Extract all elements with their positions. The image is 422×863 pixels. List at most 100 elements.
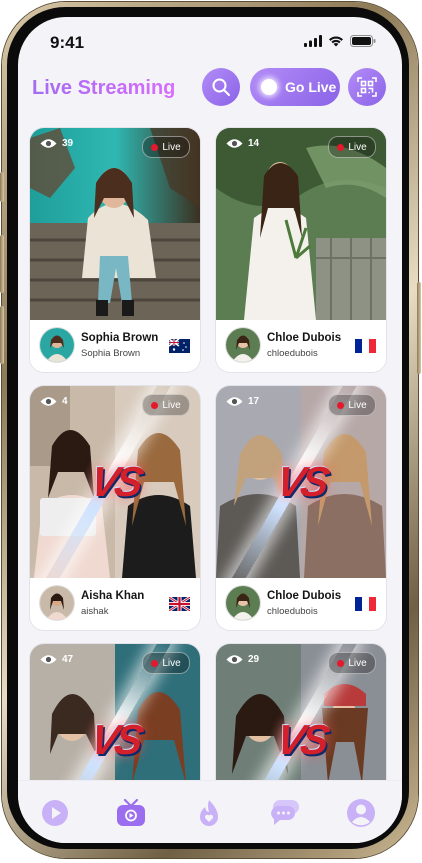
stream-thumbnail: VS 4 Live (30, 386, 200, 578)
versus-text: VS (272, 458, 330, 505)
eye-icon (226, 655, 243, 664)
live-badge: Live (328, 394, 376, 416)
united-kingdom-flag-icon (169, 597, 190, 611)
streamer-info: Chloe Dubois chloedubois (216, 320, 386, 372)
streamer-info: Sophia Brown Sophia Brown (30, 320, 200, 372)
stream-thumbnail: 14 Live (216, 128, 386, 320)
battery-icon (350, 35, 376, 47)
stream-card[interactable]: VS 29 Live (216, 644, 386, 780)
nav-item-videos[interactable] (39, 797, 71, 829)
viewer-count-value: 39 (62, 138, 74, 149)
bottom-nav (18, 780, 402, 843)
status-time: 9:41 (50, 33, 85, 52)
eye-icon (40, 397, 57, 406)
versus-badge: VS (273, 458, 329, 506)
streamer-name: Aisha Khan (81, 590, 145, 602)
stream-card[interactable]: VS 4 Live Aisha Khan aishak (30, 386, 200, 630)
live-stream-grid[interactable]: 39 Live Sophia Brown Sophia Brown 14 Liv… (18, 120, 402, 780)
eye-icon (226, 397, 243, 406)
versus-text: VS (86, 716, 144, 763)
live-dot-icon (337, 659, 345, 667)
eye-icon (226, 139, 243, 148)
stream-thumbnail: VS 29 Live (216, 644, 386, 780)
avatar[interactable] (226, 328, 260, 362)
viewer-count: 4 (40, 396, 68, 407)
search-icon (212, 78, 230, 96)
viewer-count-value: 4 (62, 396, 68, 407)
viewer-count: 29 (226, 654, 259, 665)
status-icons (304, 35, 376, 47)
streamer-username: chloedubois (267, 348, 318, 359)
streamer-name: Sophia Brown (81, 332, 159, 344)
live-badge: Live (142, 136, 190, 158)
viewer-count-value: 14 (248, 138, 260, 149)
versus-text: VS (272, 716, 330, 763)
app-screen: 9:41 Live Streaming Go Live 39 Live Soph… (18, 17, 402, 843)
stream-card[interactable]: VS 47 Live (30, 644, 200, 780)
volume-up-button (0, 235, 4, 293)
stream-thumbnail: VS 47 Live (30, 644, 200, 780)
play-icon (42, 800, 68, 826)
live-dot-icon (337, 143, 345, 151)
live-badge-label: Live (348, 141, 367, 153)
viewer-count: 14 (226, 138, 259, 149)
viewer-count: 39 (40, 138, 73, 149)
streamer-info: Aisha Khan aishak (30, 578, 200, 630)
stream-thumbnail: 39 Live (30, 128, 200, 320)
page-title: Live Streaming (32, 77, 176, 99)
stream-thumbnail: VS 17 Live (216, 386, 386, 578)
versus-badge: VS (273, 716, 329, 764)
versus-badge: VS (87, 716, 143, 764)
live-dot-icon (151, 401, 159, 409)
france-flag-icon (355, 339, 376, 353)
streamer-username: aishak (81, 606, 109, 617)
live-badge-label: Live (162, 399, 181, 411)
streamer-info: Chloe Dubois chloedubois (216, 578, 386, 630)
viewer-count-value: 47 (62, 654, 74, 665)
qr-scan-button[interactable] (348, 68, 386, 106)
live-dot-icon (151, 659, 159, 667)
live-badge-label: Live (348, 657, 367, 669)
nav-item-live[interactable] (115, 797, 147, 829)
live-badge: Live (328, 136, 376, 158)
mute-switch (0, 172, 4, 202)
go-live-button[interactable]: Go Live (250, 68, 340, 106)
live-glow-icon (261, 79, 277, 95)
avatar[interactable] (226, 586, 260, 620)
live-badge-label: Live (348, 399, 367, 411)
versus-text: VS (86, 458, 144, 505)
live-dot-icon (151, 143, 159, 151)
viewer-count: 17 (226, 396, 259, 407)
live-badge: Live (142, 394, 190, 416)
avatar[interactable] (40, 586, 74, 620)
stream-card[interactable]: 39 Live Sophia Brown Sophia Brown (30, 128, 200, 372)
versus-badge: VS (87, 458, 143, 506)
avatar[interactable] (40, 328, 74, 362)
search-button[interactable] (202, 68, 240, 106)
nav-item-messages[interactable] (268, 797, 300, 829)
streamer-name: Chloe Dubois (267, 590, 342, 602)
go-live-label: Go Live (285, 79, 337, 95)
eye-icon (40, 655, 57, 664)
australia-flag-icon (169, 339, 190, 353)
live-badge: Live (328, 652, 376, 674)
live-badge-label: Live (162, 657, 181, 669)
nav-item-profile[interactable] (345, 797, 377, 829)
stream-card[interactable]: 14 Live Chloe Dubois chloedubois (216, 128, 386, 372)
stream-card[interactable]: VS 17 Live Chloe Dubois chloedubois (216, 386, 386, 630)
power-button (417, 282, 421, 374)
volume-down-button (0, 306, 4, 364)
qr-code-icon (357, 77, 377, 97)
viewer-count: 47 (40, 654, 73, 665)
status-bar: 9:41 (18, 17, 402, 67)
live-badge: Live (142, 652, 190, 674)
cellular-signal-icon (304, 35, 322, 47)
app-header: Live Streaming Go Live (18, 67, 402, 127)
streamer-username: chloedubois (267, 606, 318, 617)
eye-icon (40, 139, 57, 148)
chat-icon (271, 800, 299, 825)
profile-icon (347, 799, 375, 827)
nav-item-trending[interactable] (193, 797, 225, 829)
france-flag-icon (355, 597, 376, 611)
streamer-username: Sophia Brown (81, 348, 141, 359)
